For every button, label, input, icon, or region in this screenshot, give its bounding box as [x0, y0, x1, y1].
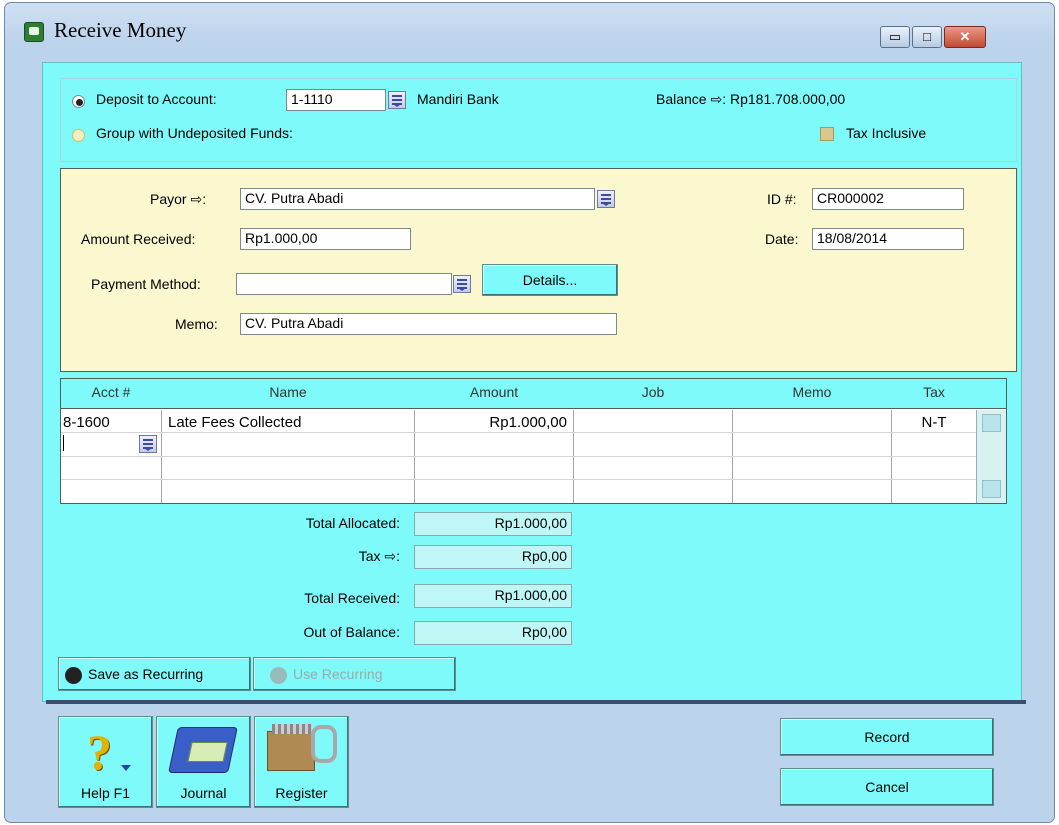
payment-method-label: Payment Method: — [91, 276, 201, 292]
use-recurring-label: Use Recurring — [293, 666, 383, 682]
account-number-field[interactable]: 1-1110 — [286, 89, 386, 111]
out-of-balance-label: Out of Balance: — [303, 624, 400, 640]
details-button[interactable]: Details... — [482, 264, 618, 296]
scroll-down-icon[interactable] — [982, 480, 1001, 498]
column-header-acct: Acct # — [91, 384, 131, 400]
row-1-name[interactable]: Late Fees Collected — [168, 414, 301, 431]
recurring-disabled-icon — [270, 666, 287, 684]
payment-method-dropdown-icon[interactable] — [453, 275, 471, 293]
maximize-button[interactable]: □ — [912, 26, 942, 48]
account-name: Mandiri Bank — [417, 91, 499, 107]
tax-inclusive-label: Tax Inclusive — [846, 125, 927, 141]
group-undeposited-label: Group with Undeposited Funds: — [96, 125, 293, 141]
column-header-memo: Memo — [792, 384, 832, 400]
total-received-value: Rp1.000,00 — [414, 584, 572, 608]
total-allocated-value: Rp1.000,00 — [414, 512, 572, 536]
grid-header: Acct # Name Amount Job Memo Tax — [61, 379, 1006, 409]
date-label: Date: — [765, 231, 799, 247]
save-as-recurring-button[interactable]: Save as Recurring — [58, 657, 251, 691]
column-header-job: Job — [641, 384, 665, 400]
row-1-acct[interactable]: 8-1600 — [63, 414, 110, 431]
acct-dropdown-icon[interactable] — [139, 435, 157, 453]
window-title: Receive Money — [54, 18, 187, 42]
row-divider — [61, 456, 976, 457]
maximize-icon: □ — [923, 29, 931, 44]
row-1-tax[interactable]: N-T — [892, 414, 976, 431]
journal-button[interactable]: Journal — [156, 716, 251, 808]
use-recurring-button[interactable]: Use Recurring — [253, 657, 456, 691]
payor-field[interactable]: CV. Putra Abadi — [240, 188, 595, 210]
payment-method-field[interactable] — [236, 273, 452, 295]
register-button[interactable]: Register — [254, 716, 349, 808]
minimize-button[interactable]: ▭ — [880, 26, 910, 48]
allocation-grid: Acct # Name Amount Job Memo Tax 8-1600 L… — [60, 378, 1007, 504]
cancel-button[interactable]: Cancel — [780, 768, 994, 806]
memo-label: Memo: — [175, 316, 218, 332]
help-icon: ? — [87, 724, 112, 780]
journal-icon — [168, 727, 238, 773]
close-icon: ✕ — [959, 29, 971, 44]
help-button[interactable]: ? Help F1 — [58, 716, 153, 808]
date-field[interactable]: 18/08/2014 — [812, 228, 964, 250]
deposit-to-account-label: Deposit to Account: — [96, 91, 217, 107]
balance-display: Balance ⇨: Rp181.708.000,00 — [656, 91, 846, 107]
journal-icon-page — [187, 742, 228, 762]
payor-dropdown-icon[interactable] — [597, 190, 615, 208]
group-undeposited-radio[interactable] — [72, 129, 85, 142]
column-header-tax: Tax — [923, 384, 945, 400]
column-header-amount: Amount — [469, 384, 519, 400]
save-as-recurring-label: Save as Recurring — [88, 666, 204, 682]
key-icon — [311, 725, 337, 763]
text-cursor — [63, 435, 64, 451]
tax-inclusive-checkbox[interactable] — [820, 127, 834, 141]
register-icon-cards — [272, 724, 312, 734]
register-icon — [267, 724, 315, 771]
column-header-name: Name — [269, 384, 307, 400]
recurring-icon — [65, 666, 82, 684]
row-divider — [61, 432, 976, 433]
out-of-balance-value: Rp0,00 — [414, 621, 572, 645]
memo-field[interactable]: CV. Putra Abadi — [240, 313, 617, 335]
minimize-icon: ▭ — [888, 29, 902, 44]
tax-value: Rp0,00 — [414, 545, 572, 569]
tax-label: Tax ⇨: — [358, 548, 400, 564]
payor-label: Payor ⇨: — [150, 191, 207, 207]
record-button[interactable]: Record — [780, 718, 994, 756]
grid-scrollbar[interactable] — [976, 410, 1006, 503]
register-label: Register — [275, 785, 328, 801]
id-label: ID #: — [767, 191, 797, 207]
help-label: Help F1 — [80, 785, 131, 801]
app-icon — [24, 22, 44, 42]
total-received-label: Total Received: — [304, 590, 400, 606]
row-1-amount[interactable]: Rp1.000,00 — [415, 414, 567, 431]
amount-received-field[interactable]: Rp1.000,00 — [240, 228, 411, 250]
title-bar[interactable]: Receive Money ▭ □ ✕ — [10, 14, 1050, 50]
row-divider — [61, 479, 976, 480]
account-dropdown-icon[interactable] — [388, 91, 406, 109]
chevron-down-icon — [121, 765, 131, 771]
amount-received-label: Amount Received: — [81, 231, 196, 247]
id-field[interactable]: CR000002 — [812, 188, 964, 210]
journal-label: Journal — [180, 785, 227, 801]
panel-shadow — [46, 700, 1026, 704]
close-button[interactable]: ✕ — [944, 26, 986, 48]
scroll-up-icon[interactable] — [982, 414, 1001, 432]
total-allocated-label: Total Allocated: — [305, 515, 400, 531]
deposit-to-account-radio[interactable] — [72, 95, 85, 108]
